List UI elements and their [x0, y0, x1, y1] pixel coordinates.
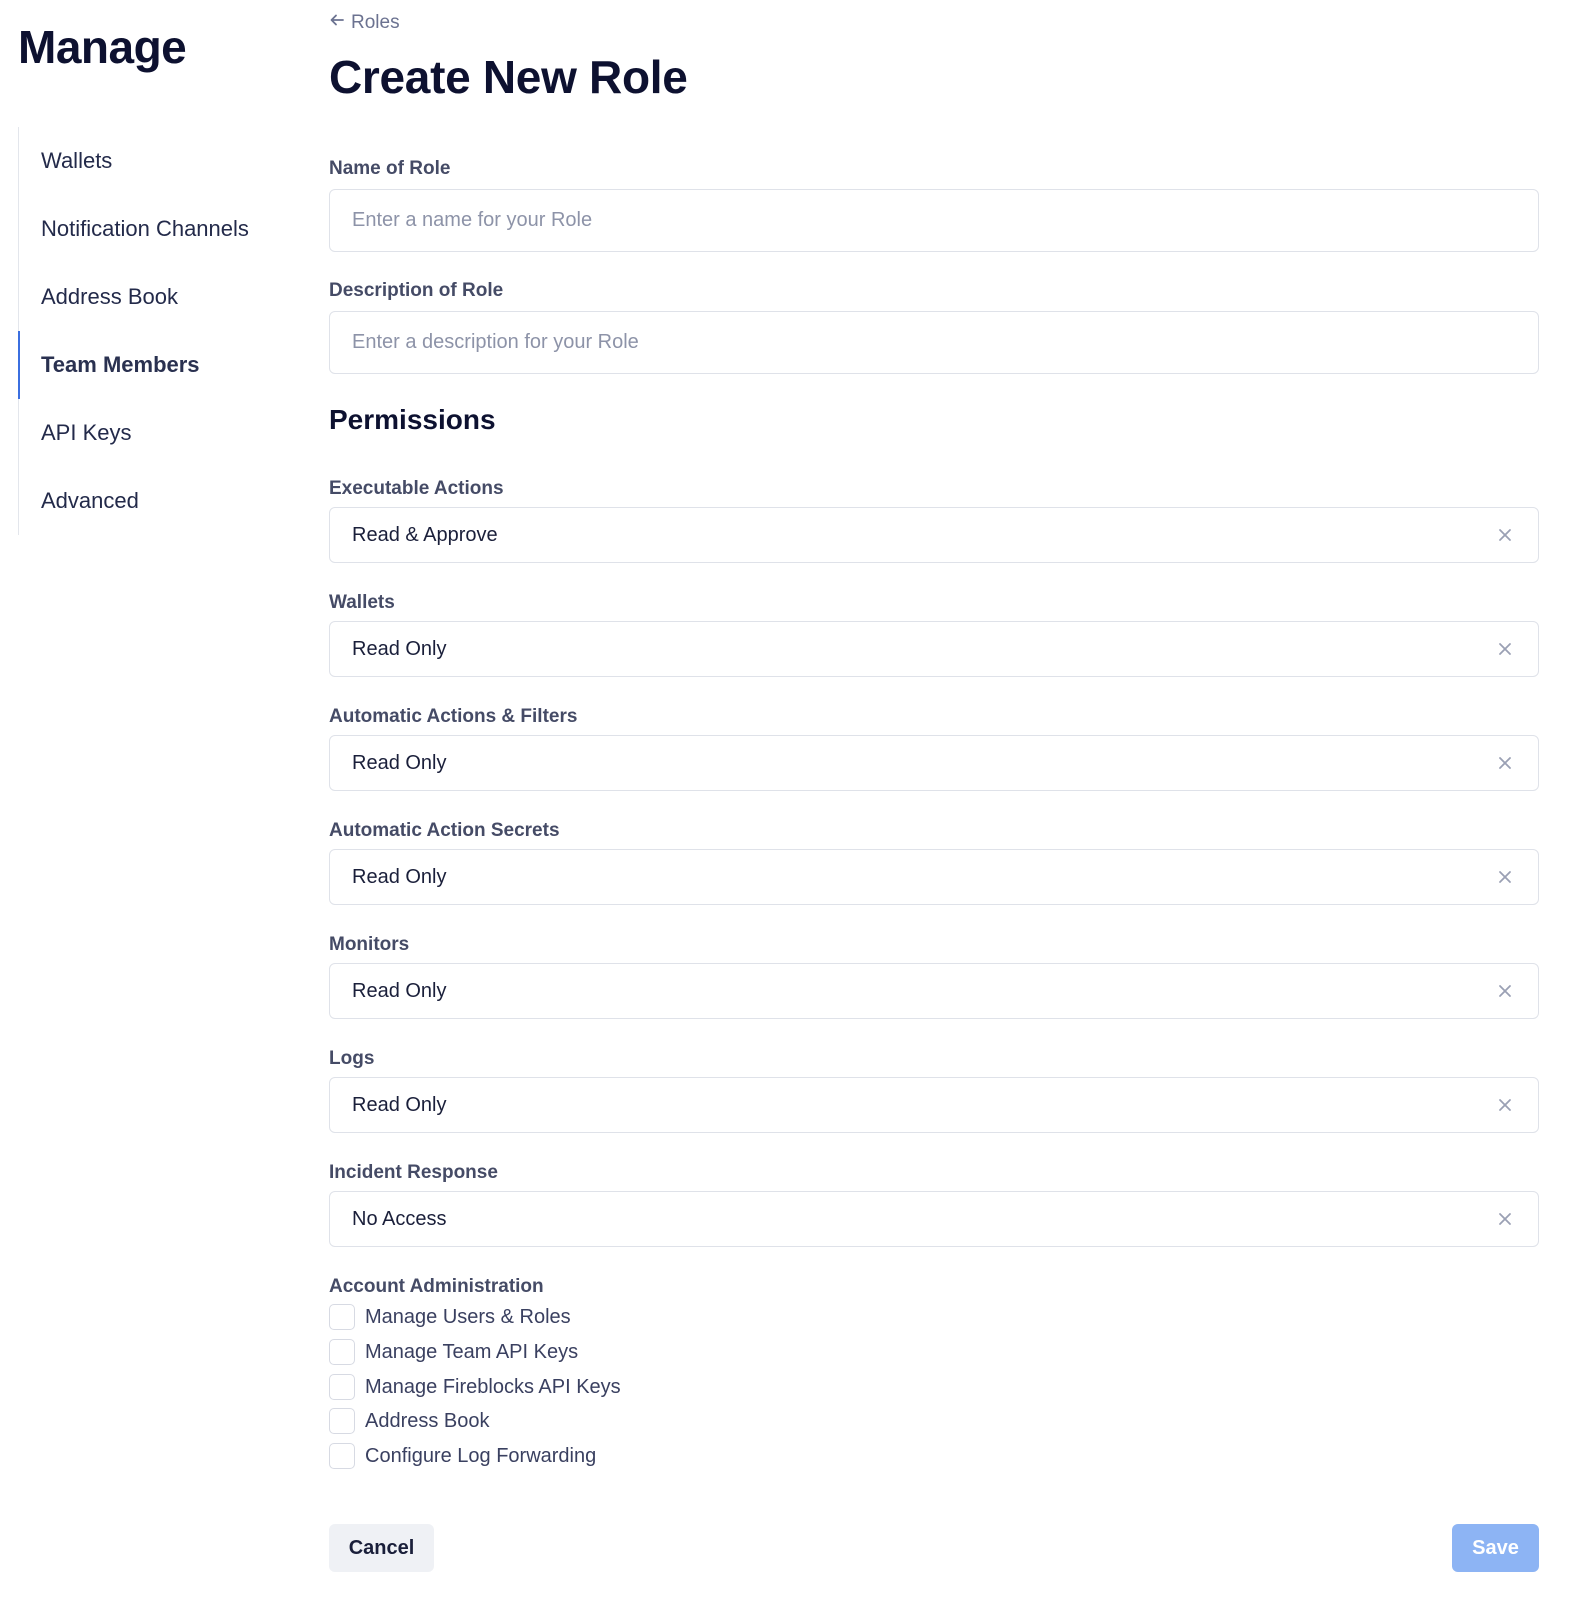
sidebar-item-team-members[interactable]: Team Members — [18, 331, 298, 399]
checkbox-input[interactable] — [329, 1408, 355, 1434]
role-name-input[interactable] — [329, 189, 1539, 252]
sidebar-nav: Wallets Notification Channels Address Bo… — [18, 127, 298, 535]
monitors-select[interactable]: Read Only — [329, 963, 1539, 1019]
select-value: Read Only — [352, 637, 447, 660]
cancel-button[interactable]: Cancel — [329, 1524, 434, 1572]
sidebar-item-api-keys[interactable]: API Keys — [19, 399, 298, 467]
checkbox-address-book[interactable]: Address Book — [329, 1408, 490, 1434]
checkbox-input[interactable] — [329, 1304, 355, 1330]
page-title: Create New Role — [329, 51, 688, 103]
checkbox-label: Address Book — [365, 1409, 490, 1432]
close-icon[interactable] — [1494, 638, 1516, 660]
monitors-label: Monitors — [329, 934, 410, 955]
checkbox-input[interactable] — [329, 1339, 355, 1365]
sidebar: Manage Wallets Notification Channels Add… — [0, 0, 320, 1604]
select-value: Read Only — [352, 979, 447, 1002]
account-administration-label: Account Administration — [329, 1276, 544, 1297]
select-value: Read Only — [352, 865, 447, 888]
wallets-permission-select[interactable]: Read Only — [329, 621, 1539, 677]
name-of-role-label: Name of Role — [329, 158, 451, 179]
checkbox-manage-team-api-keys[interactable]: Manage Team API Keys — [329, 1339, 578, 1365]
automatic-action-secrets-label: Automatic Action Secrets — [329, 820, 560, 841]
executable-actions-select[interactable]: Read & Approve — [329, 507, 1539, 563]
checkbox-input[interactable] — [329, 1374, 355, 1400]
select-value: Read Only — [352, 751, 447, 774]
wallets-permission-label: Wallets — [329, 592, 395, 613]
breadcrumb-label: Roles — [351, 12, 400, 33]
close-icon[interactable] — [1494, 980, 1516, 1002]
close-icon[interactable] — [1494, 1094, 1516, 1116]
sidebar-item-notification-channels[interactable]: Notification Channels — [19, 195, 298, 263]
sidebar-item-advanced[interactable]: Advanced — [19, 467, 298, 535]
permissions-heading: Permissions — [329, 404, 496, 435]
executable-actions-label: Executable Actions — [329, 478, 504, 499]
select-value: Read Only — [352, 1093, 447, 1116]
checkbox-manage-fireblocks-api-keys[interactable]: Manage Fireblocks API Keys — [329, 1374, 621, 1400]
incident-response-select[interactable]: No Access — [329, 1191, 1539, 1247]
sidebar-title: Manage — [18, 21, 187, 73]
arrow-left-icon — [329, 12, 345, 34]
save-button[interactable]: Save — [1452, 1524, 1539, 1572]
checkbox-configure-log-forwarding[interactable]: Configure Log Forwarding — [329, 1443, 596, 1469]
close-icon[interactable] — [1494, 752, 1516, 774]
description-of-role-label: Description of Role — [329, 280, 504, 301]
sidebar-item-address-book[interactable]: Address Book — [19, 263, 298, 331]
checkbox-label: Manage Users & Roles — [365, 1305, 571, 1328]
logs-label: Logs — [329, 1048, 375, 1069]
sidebar-item-wallets[interactable]: Wallets — [19, 127, 298, 195]
logs-select[interactable]: Read Only — [329, 1077, 1539, 1133]
incident-response-label: Incident Response — [329, 1162, 498, 1183]
breadcrumb-back-link[interactable]: Roles — [329, 12, 400, 34]
checkbox-label: Configure Log Forwarding — [365, 1444, 597, 1467]
close-icon[interactable] — [1494, 524, 1516, 546]
close-icon[interactable] — [1494, 1208, 1516, 1230]
automatic-actions-filters-select[interactable]: Read Only — [329, 735, 1539, 791]
select-value: No Access — [352, 1207, 447, 1230]
select-value: Read & Approve — [352, 523, 498, 546]
close-icon[interactable] — [1494, 866, 1516, 888]
automatic-action-secrets-select[interactable]: Read Only — [329, 849, 1539, 905]
automatic-actions-filters-label: Automatic Actions & Filters — [329, 706, 578, 727]
checkbox-manage-users-roles[interactable]: Manage Users & Roles — [329, 1304, 571, 1330]
checkbox-label: Manage Fireblocks API Keys — [365, 1375, 621, 1398]
checkbox-input[interactable] — [329, 1443, 355, 1469]
checkbox-label: Manage Team API Keys — [365, 1340, 579, 1363]
role-description-input[interactable] — [329, 311, 1539, 374]
